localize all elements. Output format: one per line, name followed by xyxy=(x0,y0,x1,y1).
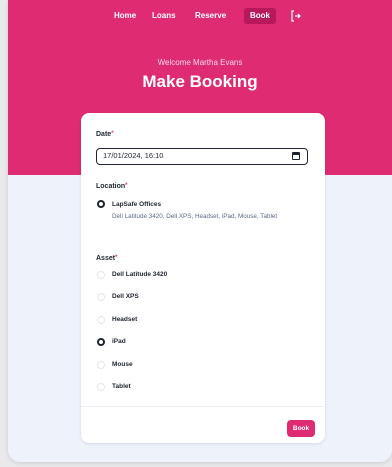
logout-icon[interactable] xyxy=(289,9,303,23)
top-nav: Home Loans Reserve Book xyxy=(8,6,392,26)
asset-option-label: Headset xyxy=(112,316,138,323)
nav-home[interactable]: Home xyxy=(114,8,136,24)
asset-option-label: Dell XPS xyxy=(112,293,139,300)
asset-option-label: Dell Latitude 3420 xyxy=(112,271,168,278)
asset-radio-ipad[interactable] xyxy=(97,338,105,346)
welcome-text: Welcome Martha Evans xyxy=(157,58,243,67)
date-value: 17/01/2024, 16:10 xyxy=(103,151,164,160)
location-radio-lapsafe-offices[interactable] xyxy=(97,200,105,208)
nav-reserve[interactable]: Reserve xyxy=(195,8,226,24)
asset-option-label: iPad xyxy=(112,338,126,345)
asset-radio-mouse[interactable] xyxy=(97,361,105,369)
asset-label-text: Asset xyxy=(96,255,116,262)
asset-label: Asset* xyxy=(96,255,117,262)
required-mark: * xyxy=(115,255,118,261)
date-label: Date* xyxy=(96,131,114,138)
calendar-icon[interactable] xyxy=(292,152,300,160)
asset-option-label: Mouse xyxy=(112,361,133,368)
asset-radio-headset[interactable] xyxy=(97,316,105,324)
asset-radio-tablet[interactable] xyxy=(97,383,105,391)
location-label: Location* xyxy=(96,183,128,190)
location-assets-description: Dell Latitude 3420, Dell XPS, Headset, i… xyxy=(112,213,278,220)
nav-loans[interactable]: Loans xyxy=(152,8,176,24)
required-mark: * xyxy=(111,131,114,137)
form-footer-divider xyxy=(81,406,325,407)
booking-form: Date* 17/01/2024, 16:10 Location* LapSaf… xyxy=(81,113,325,443)
location-option-label: LapSafe Offices xyxy=(112,201,162,208)
required-mark: * xyxy=(125,183,128,189)
asset-radio-dell-xps[interactable] xyxy=(97,293,105,301)
nav-book[interactable]: Book xyxy=(244,8,276,24)
app-window: Home Loans Reserve Book Welcome Martha E… xyxy=(8,0,392,462)
asset-option-label: Tablet xyxy=(112,383,131,390)
date-label-text: Date xyxy=(96,131,112,138)
location-label-text: Location xyxy=(96,183,126,190)
book-button[interactable]: Book xyxy=(287,420,315,437)
asset-radio-dell-latitude-3420[interactable] xyxy=(97,271,105,279)
date-time-input[interactable]: 17/01/2024, 16:10 xyxy=(96,148,308,165)
page-title: Make Booking xyxy=(142,72,258,91)
